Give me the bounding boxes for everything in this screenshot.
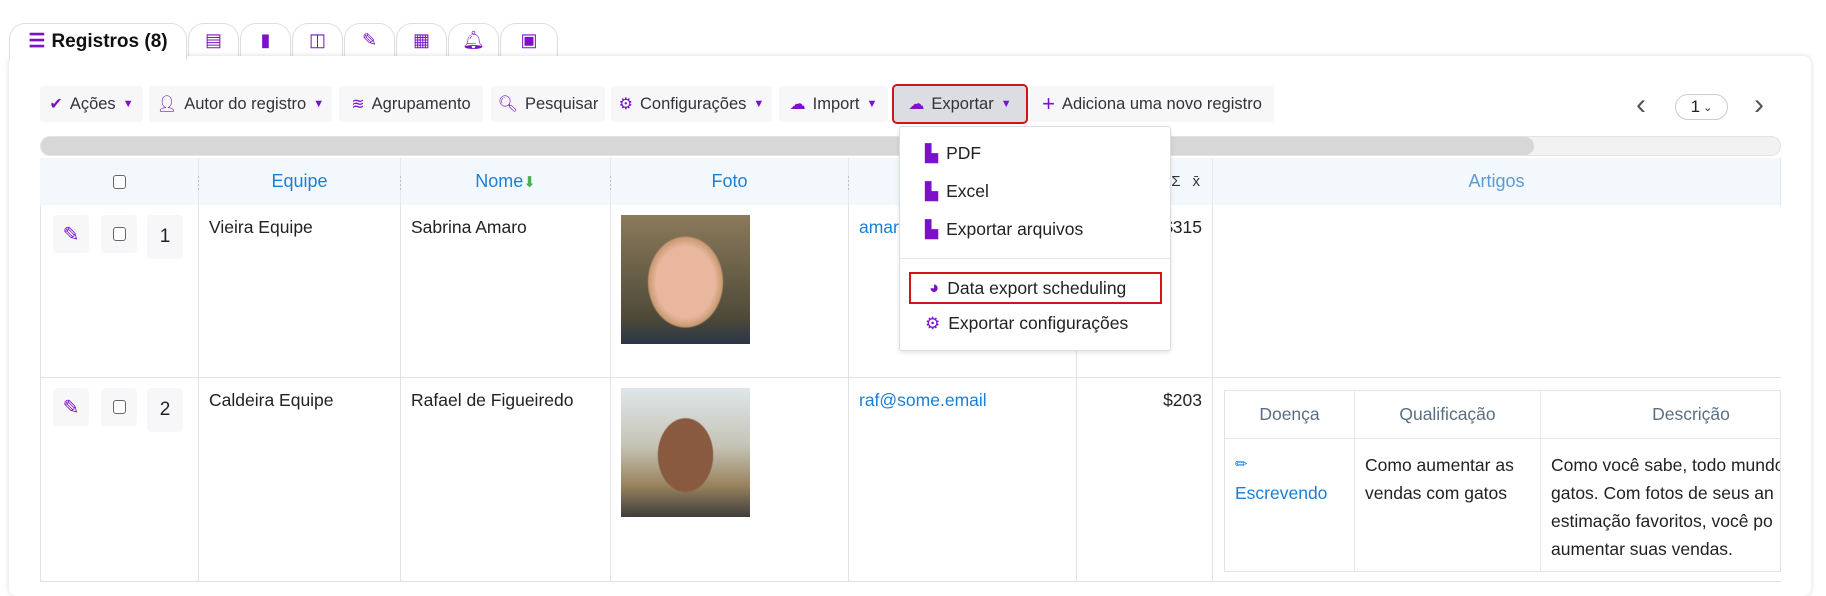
tab-newspaper[interactable]: ▣ <box>500 23 558 57</box>
cell-equipe: Caldeira Equipe <box>199 378 401 582</box>
sum-icon[interactable]: Σ <box>1171 173 1180 190</box>
artigos-header-qualificacao[interactable]: Qualificação <box>1355 391 1541 438</box>
add-record-button[interactable]: + Adiciona uma novo registro <box>1030 86 1274 122</box>
user-icon: 👤︎ <box>156 96 178 113</box>
average-icon[interactable]: x̄ <box>1193 173 1201 190</box>
search-icon: 🔍︎ <box>497 96 518 113</box>
clock-icon: ◕ <box>929 278 940 297</box>
gear-icon: ⚙ <box>925 313 941 333</box>
pesquisar-button[interactable]: 🔍︎ Pesquisar <box>491 86 605 122</box>
tab-registros[interactable]: ☰ Registros (8) <box>9 23 187 59</box>
columns-icon: ◫ <box>308 30 326 50</box>
tab-table[interactable]: ▤ <box>188 23 239 57</box>
cell-email[interactable]: raf@some.email <box>849 378 1077 582</box>
clipboard-icon: ▮ <box>260 30 271 50</box>
edit-button[interactable]: ✎ <box>53 388 89 426</box>
file-pdf-icon: ▙ <box>925 143 939 163</box>
pencil-icon: ✏︎ <box>1235 456 1248 473</box>
select-all-checkbox[interactable] <box>112 174 126 189</box>
cell-nome: Sabrina Amaro <box>401 205 611 378</box>
caret-down-icon: ▼ <box>1000 98 1012 110</box>
tab-columns[interactable]: ◫ <box>292 23 343 57</box>
check-icon: ✔ <box>49 96 63 113</box>
tab-brush[interactable]: ✎ <box>344 23 395 57</box>
row-checkbox-wrap <box>101 388 137 426</box>
import-button[interactable]: ☁ Import ▼ <box>779 86 888 122</box>
row-checkbox[interactable] <box>112 400 126 414</box>
caret-down-icon: ▼ <box>122 98 134 110</box>
tab-clipboard[interactable]: ▮ <box>240 23 291 57</box>
artigos-table: Doença Qualificação Descrição ✏︎ Escreven… <box>1224 390 1781 572</box>
cell-equipe: Vieira Equipe <box>199 205 401 378</box>
select-all-header <box>40 158 200 205</box>
menu-item-excel[interactable]: ▙ Excel <box>925 181 989 202</box>
brush-icon: ✎ <box>361 30 378 50</box>
configuracoes-button[interactable]: ⚙ Configurações ▼ <box>611 86 772 122</box>
column-header-equipe[interactable]: Equipe <box>199 158 402 205</box>
row-number: 2 <box>147 388 183 432</box>
export-dropdown-menu: ▙ PDF ▙ Excel ▙ Exportar arquivos ◕ Data exp… <box>899 126 1171 351</box>
photo-sabrina <box>621 215 750 344</box>
file-icon: ▙ <box>925 219 939 239</box>
menu-item-exportar-arquivos[interactable]: ▙ Exportar arquivos <box>925 219 1083 240</box>
newspaper-icon: ▣ <box>520 30 538 50</box>
agrupamento-button[interactable]: ≋ Agrupamento <box>339 86 483 122</box>
tab-bell[interactable]: 🔔︎ <box>448 23 499 57</box>
caret-down-icon: ▼ <box>313 98 325 110</box>
plus-icon: + <box>1042 91 1055 116</box>
cell-nome: Rafael de Figueiredo <box>401 378 611 582</box>
list-icon: ☰ <box>28 31 46 52</box>
calendar-icon: ▦ <box>412 30 430 50</box>
caret-down-icon: ▼ <box>866 98 878 110</box>
column-header-foto[interactable]: Foto <box>611 158 850 205</box>
caret-down-icon: ▼ <box>753 98 765 110</box>
prev-page-button[interactable]: ‹ <box>1636 88 1646 122</box>
cloud-download-icon: ☁ <box>908 96 925 113</box>
menu-item-exportar-configuracoes[interactable]: ⚙ Exportar configurações <box>925 313 1128 334</box>
artigos-cell-doenca[interactable]: ✏︎ Escrevendo <box>1225 438 1355 571</box>
photo-rafael <box>621 388 750 517</box>
artigos-header-descricao[interactable]: Descrição <box>1541 391 1780 438</box>
table-icon: ▤ <box>204 30 222 50</box>
edit-button[interactable]: ✎ <box>53 215 89 253</box>
tab-calendar[interactable]: ▦ <box>396 23 447 57</box>
column-header-artigos[interactable]: Artigos <box>1213 158 1781 205</box>
column-header-nome[interactable]: Nome ⬇ <box>401 158 612 205</box>
next-page-button[interactable]: › <box>1754 88 1764 122</box>
chevron-down-icon: ⌄ <box>1703 101 1713 114</box>
sort-down-icon: ⬇ <box>523 173 536 191</box>
edit-icon: ✎ <box>62 396 80 419</box>
layers-icon: ≋ <box>351 96 365 113</box>
menu-item-pdf[interactable]: ▙ PDF <box>925 143 981 164</box>
acoes-button[interactable]: ✔ Ações ▼ <box>40 86 143 122</box>
bell-icon: 🔔︎ <box>462 30 485 50</box>
scrollbar-thumb[interactable] <box>41 137 1534 155</box>
cell-artigos <box>1213 205 1781 378</box>
cell-valor: $203 <box>1077 378 1213 582</box>
autor-button[interactable]: 👤︎ Autor do registro ▼ <box>149 86 332 122</box>
row-checkbox-wrap <box>101 215 137 253</box>
file-excel-icon: ▙ <box>925 181 939 201</box>
row-number: 1 <box>147 215 183 259</box>
page-select[interactable]: 1 ⌄ <box>1675 94 1728 120</box>
edit-icon: ✎ <box>62 223 80 246</box>
row-checkbox[interactable] <box>112 227 126 241</box>
cloud-upload-icon: ☁ <box>789 96 806 113</box>
artigos-header-doenca[interactable]: Doença <box>1225 391 1355 438</box>
menu-divider <box>900 258 1170 259</box>
artigos-cell-qualificacao: Como aumentar as vendas com gatos <box>1355 438 1541 571</box>
menu-item-data-export-scheduling[interactable]: ◕ Data export scheduling <box>909 272 1162 304</box>
gear-icon: ⚙ <box>618 96 634 113</box>
artigos-cell-descricao: Como você sabe, todo mundo gatos. Com fot… <box>1541 438 1780 571</box>
exportar-button[interactable]: ☁ Exportar ▼ <box>892 84 1028 124</box>
